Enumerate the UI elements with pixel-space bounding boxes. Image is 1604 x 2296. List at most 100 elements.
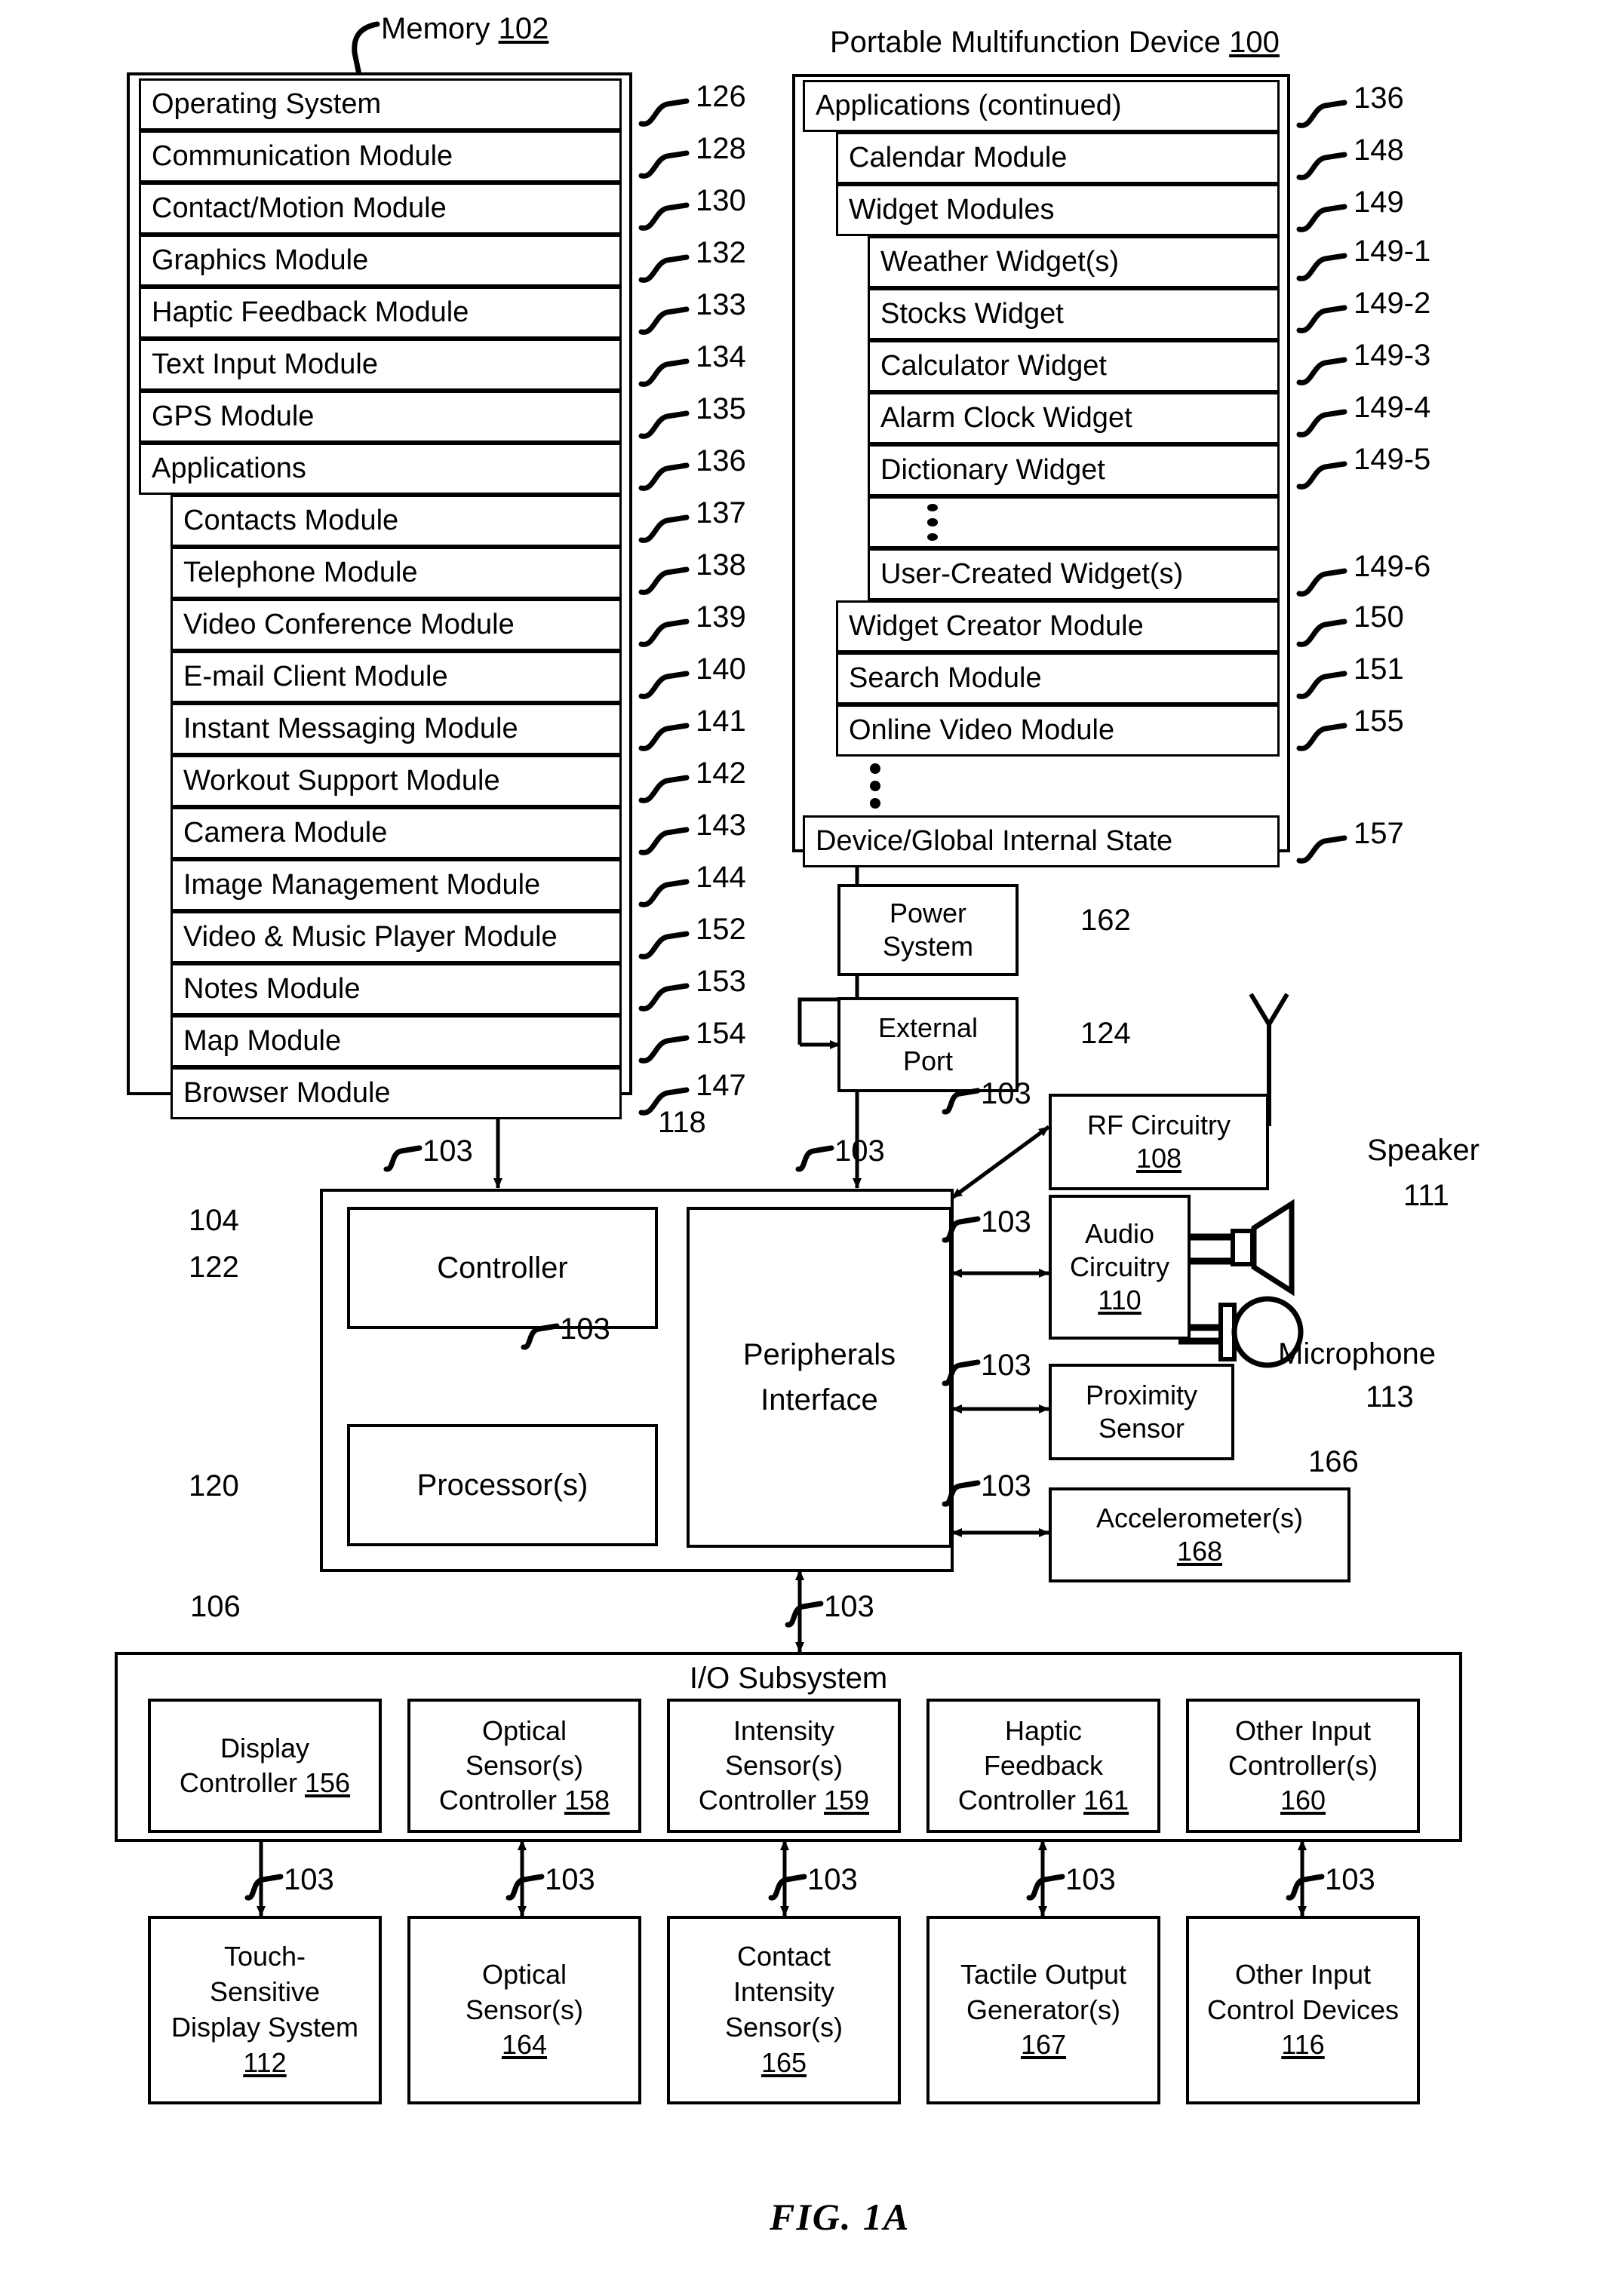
widget-modules-row-label: Widget Modules xyxy=(849,194,1055,226)
widget-row-ref-4: 149-5 xyxy=(1354,443,1431,476)
widget-row-ref-2-leader xyxy=(1296,357,1347,385)
rf-circuitry-label: RF Circuitry 108 xyxy=(1087,1110,1231,1174)
application-row-5-label: Workout Support Module xyxy=(183,765,500,797)
io-subsystem-ref: 106 xyxy=(190,1590,241,1623)
device-state-row: Device/Global Internal State xyxy=(803,815,1280,867)
memory-row-2: Contact/Motion Module xyxy=(139,183,622,235)
widget-row-3-label: Alarm Clock Widget xyxy=(880,402,1132,434)
widget-row-4-label: Dictionary Widget xyxy=(880,454,1105,486)
io-controller-1: Optical Sensor(s) Controller 158 xyxy=(407,1699,641,1833)
application-row-3: E-mail Client Module xyxy=(171,651,622,703)
memory-row-3: Graphics Module xyxy=(139,235,622,287)
memory-row-4-label: Haptic Feedback Module xyxy=(152,296,469,328)
widget-row-2-label: Calculator Widget xyxy=(880,350,1107,382)
speaker-label: Speaker xyxy=(1367,1134,1480,1167)
processors-ref: 120 xyxy=(189,1469,239,1503)
device-trailing-row-2: Online Video Module xyxy=(836,704,1280,757)
application-row-ref-0-leader xyxy=(638,514,690,543)
widget-row-ref-0-leader xyxy=(1296,253,1347,281)
io-device-label-3: Tactile Output Generator(s) 167 xyxy=(960,1958,1127,2061)
device-trailing-ref-2: 155 xyxy=(1354,704,1404,738)
memory-row-ref-3: 132 xyxy=(696,236,746,269)
io-device-4: Other Input Control Devices 116 xyxy=(1186,1916,1420,2104)
applications-continued-ref: 136 xyxy=(1354,81,1404,115)
bus-label-text-9: 103 xyxy=(545,1863,595,1896)
widget-ellipsis-dots xyxy=(917,504,948,541)
accelerometers-box: Accelerometer(s) 168 xyxy=(1049,1487,1350,1582)
memory-row-ref-6: 135 xyxy=(696,392,746,425)
memory-row-0-label: Operating System xyxy=(152,88,382,120)
audio-circuitry-label: Audio Circuitry 110 xyxy=(1070,1218,1169,1315)
device-trailing-ref-1-leader xyxy=(1296,671,1347,699)
peripherals-interface-ref: 118 xyxy=(658,1106,706,1139)
power-system-label: Power System xyxy=(882,898,974,962)
device-trailing-ref-1: 151 xyxy=(1354,652,1404,686)
application-row-ref-10-leader xyxy=(638,1035,690,1064)
io-controller-label-2: Intensity Sensor(s) Controller 159 xyxy=(698,1714,870,1816)
io-device-3: Tactile Output Generator(s) 167 xyxy=(926,1916,1160,2104)
memory-row-3-label: Graphics Module xyxy=(152,244,369,276)
memory-row-ref-7-leader xyxy=(638,462,690,491)
application-row-4-label: Instant Messaging Module xyxy=(183,713,518,744)
device-trailing-ref-0-leader xyxy=(1296,619,1347,647)
power-system-ref: 162 xyxy=(1080,904,1131,937)
memory-row-6: GPS Module xyxy=(139,391,622,443)
application-row-1: Telephone Module xyxy=(171,547,622,599)
io-subsystem-title: I/O Subsystem xyxy=(689,1662,888,1695)
device-ellipsis-dots xyxy=(860,761,890,811)
memory-row-ref-0: 126 xyxy=(696,80,746,113)
widget-row-ref-3: 149-4 xyxy=(1354,391,1431,424)
memory-row-ref-2: 130 xyxy=(696,184,746,217)
io-controller-2: Intensity Sensor(s) Controller 159 xyxy=(667,1699,901,1833)
widget-row-0: Weather Widget(s) xyxy=(868,236,1280,288)
device-state-ref: 157 xyxy=(1354,817,1404,850)
controller-label: Controller xyxy=(437,1251,568,1285)
bus-label-text-7: 103 xyxy=(824,1590,874,1623)
bus-label-text-1: 103 xyxy=(834,1134,885,1168)
calendar-module-row-label: Calendar Module xyxy=(849,142,1068,173)
memory-row-7: Applications xyxy=(139,443,622,495)
application-row-3-label: E-mail Client Module xyxy=(183,661,448,692)
applications-continued-row: Applications (continued) xyxy=(803,80,1280,132)
application-row-9-label: Notes Module xyxy=(183,973,361,1005)
io-device-1: Optical Sensor(s) 164 xyxy=(407,1916,641,2104)
device-ref: 100 xyxy=(1229,26,1280,59)
widget-modules-ref: 149 xyxy=(1354,186,1404,219)
application-row-10-label: Map Module xyxy=(183,1025,342,1057)
memory-row-5-label: Text Input Module xyxy=(152,348,378,380)
proximity-sensor-box: Proximity Sensor xyxy=(1049,1364,1234,1460)
widget-modules-ref-leader xyxy=(1296,204,1347,232)
external-port-ref: 124 xyxy=(1080,1017,1131,1050)
application-row-0: Contacts Module xyxy=(171,495,622,547)
memory-row-ref-0-leader xyxy=(638,98,690,127)
application-row-6: Camera Module xyxy=(171,807,622,859)
application-row-ref-10: 154 xyxy=(696,1017,746,1050)
user-created-widget-ref: 149-6 xyxy=(1354,550,1431,583)
application-row-7: Image Management Module xyxy=(171,859,622,911)
calendar-module-ref: 148 xyxy=(1354,134,1404,167)
application-row-ref-4-leader xyxy=(638,723,690,751)
memory-row-ref-7: 136 xyxy=(696,444,746,477)
io-device-label-2: Contact Intensity Sensor(s) 165 xyxy=(724,1941,843,2078)
controller-ref: 122 xyxy=(189,1251,239,1284)
memory-row-7-label: Applications xyxy=(152,453,306,484)
memory-row-1: Communication Module xyxy=(139,130,622,183)
bus-label-text-5: 103 xyxy=(981,1469,1031,1503)
application-row-ref-9: 153 xyxy=(696,965,746,998)
application-row-ref-7: 144 xyxy=(696,861,746,894)
application-row-2-label: Video Conference Module xyxy=(183,609,515,640)
widget-row-1: Stocks Widget xyxy=(868,288,1280,340)
application-row-ref-0: 137 xyxy=(696,496,746,529)
proximity-sensor-label: Proximity Sensor xyxy=(1085,1380,1197,1444)
device-state-row-label: Device/Global Internal State xyxy=(816,825,1173,857)
io-controller-3: Haptic Feedback Controller 161 xyxy=(926,1699,1160,1833)
audio-circuitry-box: Audio Circuitry 110 xyxy=(1049,1195,1191,1340)
calendar-module-row: Calendar Module xyxy=(836,132,1280,184)
io-device-2: Contact Intensity Sensor(s) 165 xyxy=(667,1916,901,2104)
application-row-8-label: Video & Music Player Module xyxy=(183,921,558,953)
io-device-label-0: Touch- Sensitive Display System 112 xyxy=(171,1941,359,2078)
application-row-ref-1: 138 xyxy=(696,548,746,582)
proximity-sensor-ref: 166 xyxy=(1308,1445,1359,1478)
application-row-ref-3: 140 xyxy=(696,652,746,686)
device-trailing-row-0: Widget Creator Module xyxy=(836,600,1280,652)
